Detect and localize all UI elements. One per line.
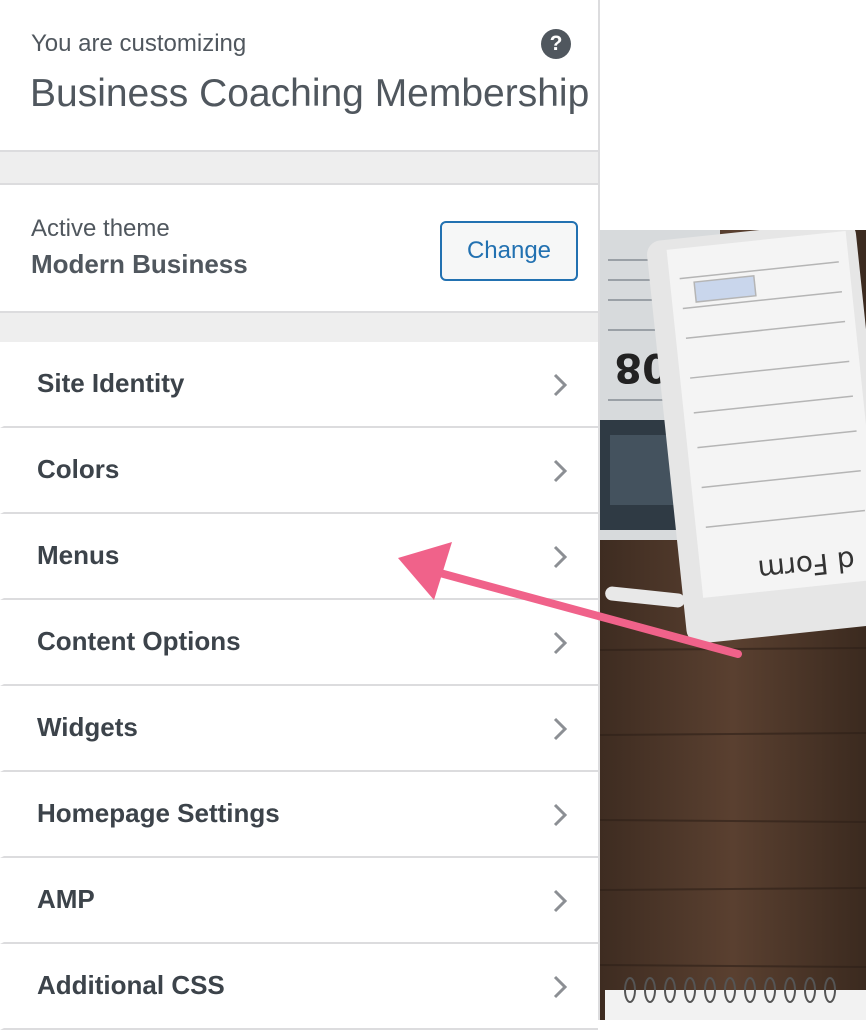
change-theme-button[interactable]: Change [440,221,578,281]
active-theme-section: Active theme Modern Business Change [0,183,598,313]
chevron-right-icon [553,975,568,999]
customizer-sidebar: You are customizing Business Coaching Me… [0,0,600,1030]
site-title: Business Coaching Membership [30,72,590,115]
preview-photo: 08 d Form [600,230,866,1020]
chevron-right-icon [553,717,568,741]
menu-item-label: Colors [37,454,120,484]
customizer-menu: Site Identity Colors Menus Content Optio… [0,342,598,1030]
menu-item-colors[interactable]: Colors [0,428,598,514]
menu-item-content-options[interactable]: Content Options [0,600,598,686]
customizer-header: You are customizing Business Coaching Me… [0,0,598,152]
customizing-label: You are customizing [31,30,247,57]
menu-item-label: Content Options [37,626,241,656]
chevron-right-icon [553,373,568,397]
menu-item-homepage-settings[interactable]: Homepage Settings [0,772,598,858]
menu-item-menus[interactable]: Menus [0,514,598,600]
help-icon[interactable]: ? [541,29,571,59]
chevron-right-icon [553,459,568,483]
menu-item-additional-css[interactable]: Additional CSS [0,944,598,1030]
menu-item-label: Additional CSS [37,970,225,1000]
menu-item-site-identity[interactable]: Site Identity [0,342,598,428]
menu-item-label: Widgets [37,712,138,742]
active-theme-label: Active theme [31,215,170,242]
menu-item-label: AMP [37,884,95,914]
chevron-right-icon [553,545,568,569]
menu-item-label: Menus [37,540,120,570]
chevron-right-icon [553,803,568,827]
menu-item-label: Homepage Settings [37,798,280,828]
chevron-right-icon [553,889,568,913]
menu-item-amp[interactable]: AMP [0,858,598,944]
active-theme-name: Modern Business [31,249,248,279]
site-preview-image: 08 d Form [600,230,866,1020]
chevron-right-icon [553,631,568,655]
menu-item-label: Site Identity [37,368,185,398]
menu-item-widgets[interactable]: Widgets [0,686,598,772]
